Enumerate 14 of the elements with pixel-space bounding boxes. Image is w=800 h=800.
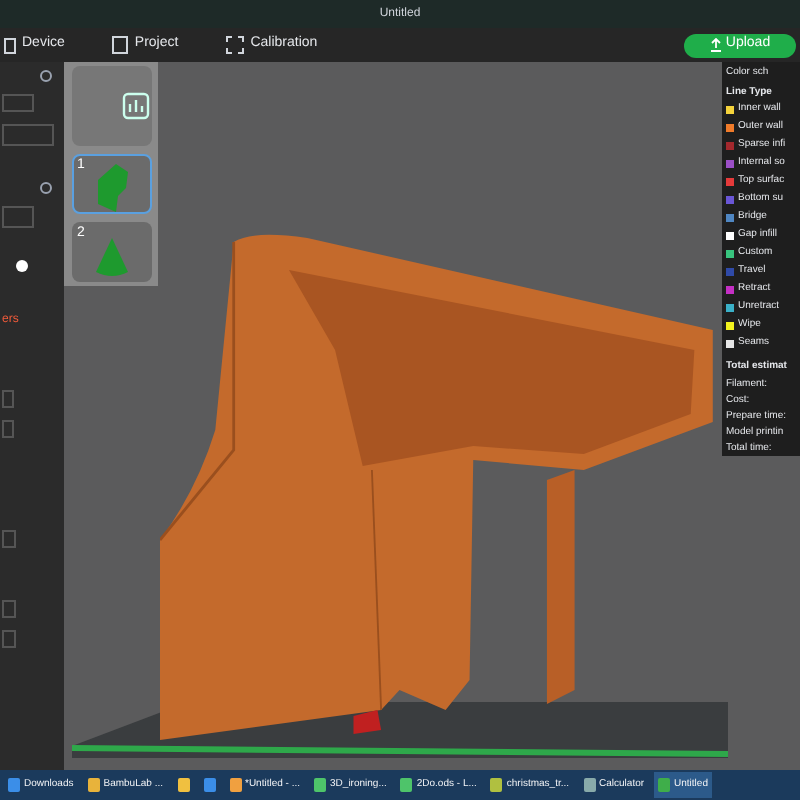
settings-icon[interactable] (40, 182, 52, 194)
settings-icon[interactable] (40, 70, 52, 82)
grid-icon (226, 36, 245, 54)
text-field[interactable] (2, 530, 16, 548)
upload-icon (709, 38, 722, 52)
dropdown-field[interactable] (2, 206, 34, 228)
dropdown-field[interactable] (2, 94, 34, 112)
plate-thumbnail[interactable] (71, 66, 151, 146)
cone-icon (93, 236, 129, 280)
toggle-switch[interactable] (16, 260, 28, 272)
chart-icon (121, 92, 149, 120)
taskbar-item[interactable] (199, 772, 219, 798)
text-field[interactable] (2, 124, 54, 146)
taskbar-item[interactable] (173, 772, 193, 798)
